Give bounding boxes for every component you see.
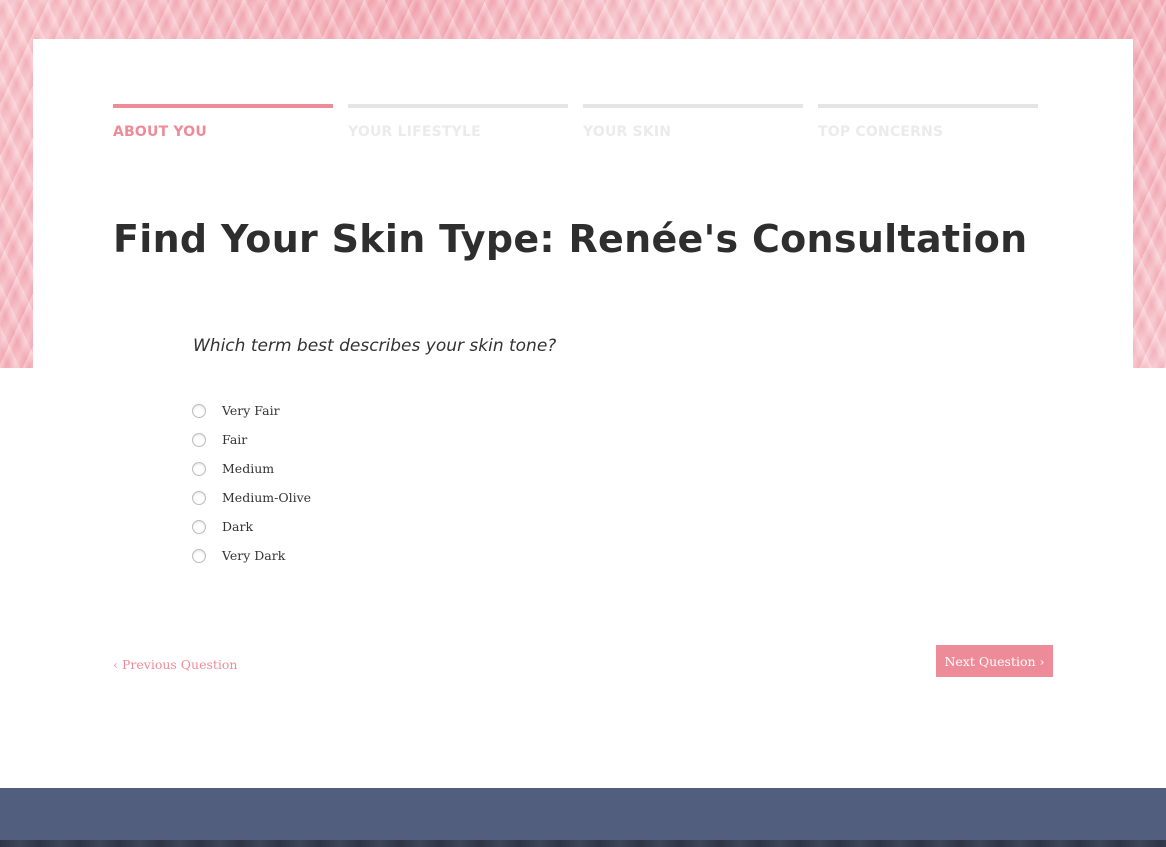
radio-button[interactable] (192, 519, 206, 534)
step-label: ABOUT YOU (113, 124, 207, 140)
option-label: Fair (222, 432, 248, 447)
step-bar (583, 104, 803, 108)
previous-question-link[interactable]: ‹ Previous Question (113, 657, 238, 672)
step-about-you[interactable]: ABOUT YOU (113, 104, 333, 144)
step-your-lifestyle[interactable]: YOUR LIFESTYLE (348, 104, 568, 144)
skin-tone-options: Very Fair Fair Medium Medium-Olive Dark … (192, 396, 492, 570)
radio-button[interactable] (192, 461, 206, 476)
step-label: TOP CONCERNS (818, 124, 944, 140)
radio-button[interactable] (192, 490, 206, 505)
option-label: Very Dark (222, 548, 286, 563)
option-fair[interactable]: Fair (192, 425, 492, 454)
footer-strip (0, 840, 1166, 847)
step-label: YOUR SKIN (583, 124, 672, 140)
radio-button[interactable] (192, 548, 206, 563)
step-bar (113, 104, 333, 108)
step-bar (818, 104, 1038, 108)
option-very-dark[interactable]: Very Dark (192, 541, 492, 570)
step-top-concerns[interactable]: TOP CONCERNS (818, 104, 1038, 144)
radio-button[interactable] (192, 432, 206, 447)
consultation-card: ABOUT YOU YOUR LIFESTYLE YOUR SKIN TOP C… (33, 39, 1133, 788)
option-label: Dark (222, 519, 254, 534)
step-your-skin[interactable]: YOUR SKIN (583, 104, 803, 144)
progress-steps: ABOUT YOU YOUR LIFESTYLE YOUR SKIN TOP C… (113, 104, 1053, 144)
question-text: Which term best describes your skin tone… (193, 336, 557, 356)
option-label: Medium-Olive (222, 490, 312, 505)
option-very-fair[interactable]: Very Fair (192, 396, 492, 425)
option-medium[interactable]: Medium (192, 454, 492, 483)
radio-button[interactable] (192, 403, 206, 418)
page-title: Find Your Skin Type: Renée's Consultatio… (113, 217, 1028, 261)
footer (0, 788, 1166, 847)
next-question-button[interactable]: Next Question › (936, 645, 1053, 677)
option-label: Medium (222, 461, 275, 476)
step-label: YOUR LIFESTYLE (348, 124, 481, 140)
option-label: Very Fair (222, 403, 280, 418)
option-medium-olive[interactable]: Medium-Olive (192, 483, 492, 512)
option-dark[interactable]: Dark (192, 512, 492, 541)
step-bar (348, 104, 568, 108)
